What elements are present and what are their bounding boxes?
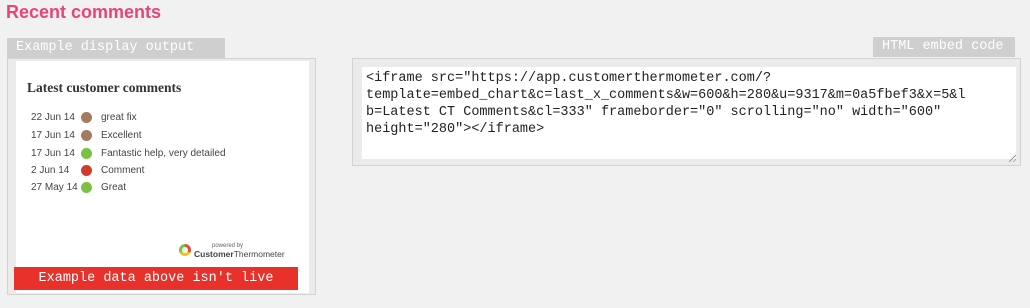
comment-row: 2 Jun 14 Comment [31,162,144,179]
comments-widget: Latest customer comments 22 Jun 14 great… [16,61,309,293]
embed-code-panel: <iframe src="https://app.customerthermom… [352,58,1021,166]
section-title: Recent comments [6,2,162,22]
not-live-notice: Example data above isn't live [14,267,298,290]
example-output-panel: Latest customer comments 22 Jun 14 great… [7,58,316,295]
brand-name: CustomerThermometer [194,249,285,259]
powered-by-logo: powered by CustomerThermometer [179,242,285,258]
comment-date: 2 Jun 14 [31,165,70,176]
rating-dot-icon [81,112,92,123]
comment-row: 17 Jun 14 Excellent [31,127,142,144]
widget-title: Latest customer comments [27,80,182,95]
rating-dot-icon [81,130,92,141]
comment-date: 17 Jun 14 [31,130,75,141]
comment-row: 27 May 14 Great [31,179,126,196]
comment-row: 17 Jun 14 Fantastic help, very detailed [31,145,226,162]
comment-text: Fantastic help, very detailed [101,148,226,159]
comment-text: great fix [101,112,137,123]
comment-date: 27 May 14 [31,182,78,193]
comment-row: 22 Jun 14 great fix [31,109,137,126]
rating-dot-icon [81,182,92,193]
example-output-tab: Example display output [7,38,225,58]
comment-text: Comment [101,165,145,176]
rating-dot-icon [81,148,92,159]
embed-code-textarea[interactable]: <iframe src="https://app.customerthermom… [362,67,1016,159]
comment-date: 22 Jun 14 [31,112,75,123]
thermometer-logo-icon [179,244,191,256]
embed-code-tab: HTML embed code [873,37,1015,57]
comment-text: Excellent [101,130,142,141]
comment-date: 17 Jun 14 [31,148,75,159]
comment-text: Great [101,182,127,193]
rating-dot-icon [81,165,92,176]
resize-handle-icon[interactable] [1009,155,1016,162]
